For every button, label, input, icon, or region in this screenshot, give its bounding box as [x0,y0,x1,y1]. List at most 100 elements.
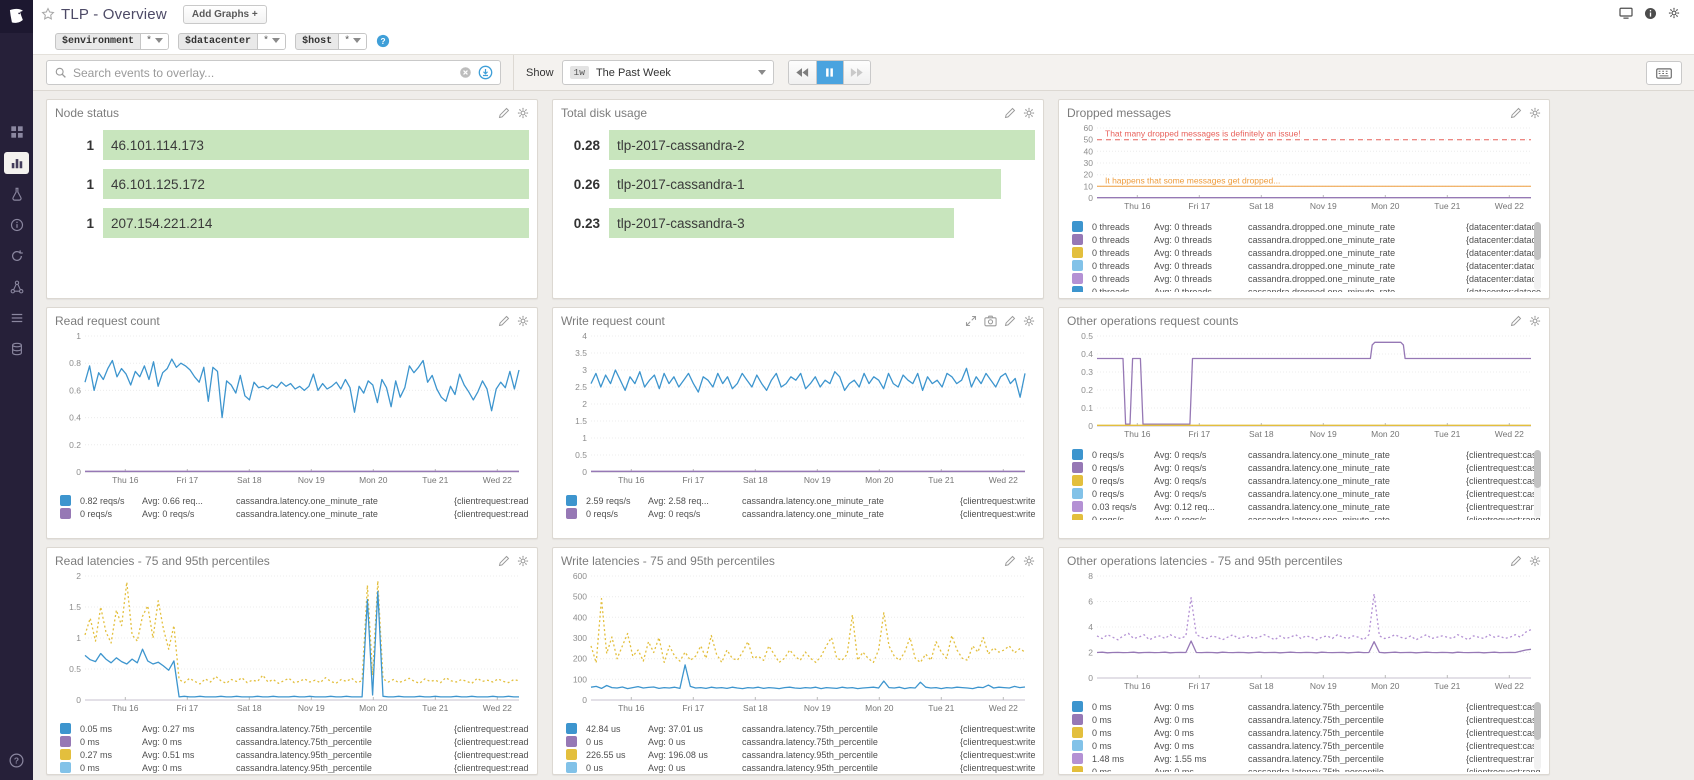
rewind-button[interactable] [789,61,816,84]
sidebar-item-bar-chart[interactable] [4,152,29,174]
legend-swatch-icon[interactable] [1072,714,1083,725]
event-search-input[interactable] [73,66,453,80]
legend-swatch-icon[interactable] [1072,488,1083,499]
legend-scrollbar-thumb[interactable] [1534,450,1541,488]
legend-swatch-icon[interactable] [1072,701,1083,712]
sidebar-item-sync[interactable] [4,245,29,267]
template-var-datacenter[interactable]: $datacenter* [178,33,286,50]
edit-icon[interactable] [1004,107,1016,119]
legend-swatch-icon[interactable] [60,723,71,734]
legend-swatch-icon[interactable] [1072,740,1083,751]
edit-icon[interactable] [1004,555,1016,567]
sidebar-help-icon[interactable]: ? [0,753,33,768]
toplist-row[interactable]: 0.26tlp-2017-cassandra-1 [561,169,1035,199]
toplist-row[interactable]: 146.101.125.172 [55,169,529,199]
favorite-star-icon[interactable] [41,7,55,21]
legend-swatch-icon[interactable] [1072,727,1083,738]
legend-row[interactable]: 0 usAvg: 0 uscassandra.latency.75th_perc… [566,735,1035,748]
legend-swatch-icon[interactable] [1072,501,1083,512]
toplist-row[interactable]: 0.28tlp-2017-cassandra-2 [561,130,1035,160]
chart-canvas[interactable]: 00.511.52Thu 16Fri 17Sat 18Nov 19Mon 20T… [55,569,527,715]
gear-icon[interactable] [1023,107,1035,119]
edit-icon[interactable] [498,555,510,567]
gear-icon[interactable] [1529,315,1541,327]
pause-button[interactable] [816,61,843,84]
edit-icon[interactable] [1004,315,1016,327]
legend-row[interactable]: 0 msAvg: 0 mscassandra.latency.75th_perc… [1072,700,1541,713]
legend-swatch-icon[interactable] [1072,753,1083,764]
legend-swatch-icon[interactable] [60,736,71,747]
sidebar-item-flask[interactable] [4,183,29,205]
sidebar-item-list[interactable] [4,307,29,329]
legend-row[interactable]: 0 msAvg: 0 mscassandra.latency.75th_perc… [1072,713,1541,726]
legend-row[interactable]: 0 msAvg: 0 mscassandra.latency.75th_perc… [1072,726,1541,739]
chart-canvas[interactable]: 00.10.20.30.40.5Thu 16Fri 17Sat 18Nov 19… [1067,329,1539,441]
legend-row[interactable]: 0.82 reqs/sAvg: 0.66 req...cassandra.lat… [60,494,529,507]
gear-icon[interactable] [1529,555,1541,567]
legend-swatch-icon[interactable] [1072,221,1083,232]
gear-icon[interactable] [517,107,529,119]
legend-row[interactable]: 0 reqs/sAvg: 0 reqs/scassandra.latency.o… [1072,448,1541,461]
toplist-bar[interactable]: tlp-2017-cassandra-3 [609,208,954,238]
legend-row[interactable]: 1.48 msAvg: 1.55 mscassandra.latency.75t… [1072,752,1541,765]
template-var-value[interactable]: * [338,34,366,49]
legend-swatch-icon[interactable] [1072,766,1083,772]
camera-icon[interactable] [984,315,997,327]
gear-icon[interactable] [1023,555,1035,567]
legend-row[interactable]: 0 threadsAvg: 0 threadscassandra.dropped… [1072,285,1541,292]
legend-swatch-icon[interactable] [1072,247,1083,258]
gear-icon[interactable] [1023,315,1035,327]
legend-row[interactable]: 0 reqs/sAvg: 0 reqs/scassandra.latency.o… [1072,487,1541,500]
info-circle-icon[interactable] [1644,7,1657,20]
template-var-host[interactable]: $host* [295,33,367,50]
legend-row[interactable]: 0 threadsAvg: 0 threadscassandra.dropped… [1072,220,1541,233]
legend-swatch-icon[interactable] [1072,286,1083,292]
legend-swatch-icon[interactable] [60,495,71,506]
toplist-row[interactable]: 146.101.114.173 [55,130,529,160]
chart-canvas[interactable]: 02468Thu 16Fri 17Sat 18Nov 19Mon 20Tue 2… [1067,569,1539,693]
legend-swatch-icon[interactable] [566,749,577,760]
settings-gear-icon[interactable] [1668,7,1680,20]
legend-swatch-icon[interactable] [566,736,577,747]
toplist-bar[interactable]: 46.101.125.172 [103,169,529,199]
legend-row[interactable]: 0 msAvg: 0 mscassandra.latency.75th_perc… [60,735,529,748]
chart-canvas[interactable]: 00.511.522.533.54Thu 16Fri 17Sat 18Nov 1… [561,329,1033,487]
datadog-logo[interactable] [0,0,33,33]
legend-row[interactable]: 0.05 msAvg: 0.27 mscassandra.latency.75t… [60,722,529,735]
legend-row[interactable]: 0.03 reqs/sAvg: 0.12 req...cassandra.lat… [1072,500,1541,513]
legend-swatch-icon[interactable] [60,749,71,760]
legend-row[interactable]: 0 msAvg: 0 mscassandra.latency.95th_perc… [60,761,529,774]
edit-icon[interactable] [1510,315,1522,327]
chart-canvas[interactable]: 0100200300400500600Thu 16Fri 17Sat 18Nov… [561,569,1033,715]
forward-button[interactable] [843,61,870,84]
expand-icon[interactable] [965,315,977,327]
sidebar-item-info[interactable] [4,214,29,236]
gear-icon[interactable] [517,555,529,567]
toplist-row[interactable]: 1207.154.221.214 [55,208,529,238]
legend-row[interactable]: 2.59 reqs/sAvg: 2.58 req...cassandra.lat… [566,494,1035,507]
toplist-bar[interactable]: 46.101.114.173 [103,130,529,160]
chart-canvas[interactable]: 0102030405060Thu 16Fri 17Sat 18Nov 19Mon… [1067,121,1539,213]
legend-swatch-icon[interactable] [1072,462,1083,473]
screen-share-icon[interactable] [1619,7,1633,20]
legend-swatch-icon[interactable] [566,508,577,519]
legend-swatch-icon[interactable] [1072,449,1083,460]
legend-row[interactable]: 0 threadsAvg: 0 threadscassandra.dropped… [1072,272,1541,285]
timeframe-select[interactable]: 1w The Past Week [562,60,774,85]
legend-row[interactable]: 0 msAvg: 0 mscassandra.latency.75th_perc… [1072,739,1541,752]
legend-row[interactable]: 0 reqs/sAvg: 0 reqs/scassandra.latency.o… [566,507,1035,520]
sidebar-item-network[interactable] [4,276,29,298]
template-var-value[interactable]: * [140,34,168,49]
legend-swatch-icon[interactable] [1072,273,1083,284]
edit-icon[interactable] [1510,555,1522,567]
legend-row[interactable]: 0 msAvg: 0 mscassandra.latency.75th_perc… [1072,765,1541,772]
chart-canvas[interactable]: 00.20.40.60.81Thu 16Fri 17Sat 18Nov 19Mo… [55,329,527,487]
legend-row[interactable]: 0 threadsAvg: 0 threadscassandra.dropped… [1072,246,1541,259]
toplist-row[interactable]: 0.23tlp-2017-cassandra-3 [561,208,1035,238]
add-graphs-button[interactable]: Add Graphs + [183,5,267,24]
legend-swatch-icon[interactable] [566,762,577,773]
legend-row[interactable]: 0.27 msAvg: 0.51 mscassandra.latency.95t… [60,748,529,761]
legend-row[interactable]: 0 reqs/sAvg: 0 reqs/scassandra.latency.o… [60,507,529,520]
legend-swatch-icon[interactable] [1072,260,1083,271]
legend-swatch-icon[interactable] [60,508,71,519]
